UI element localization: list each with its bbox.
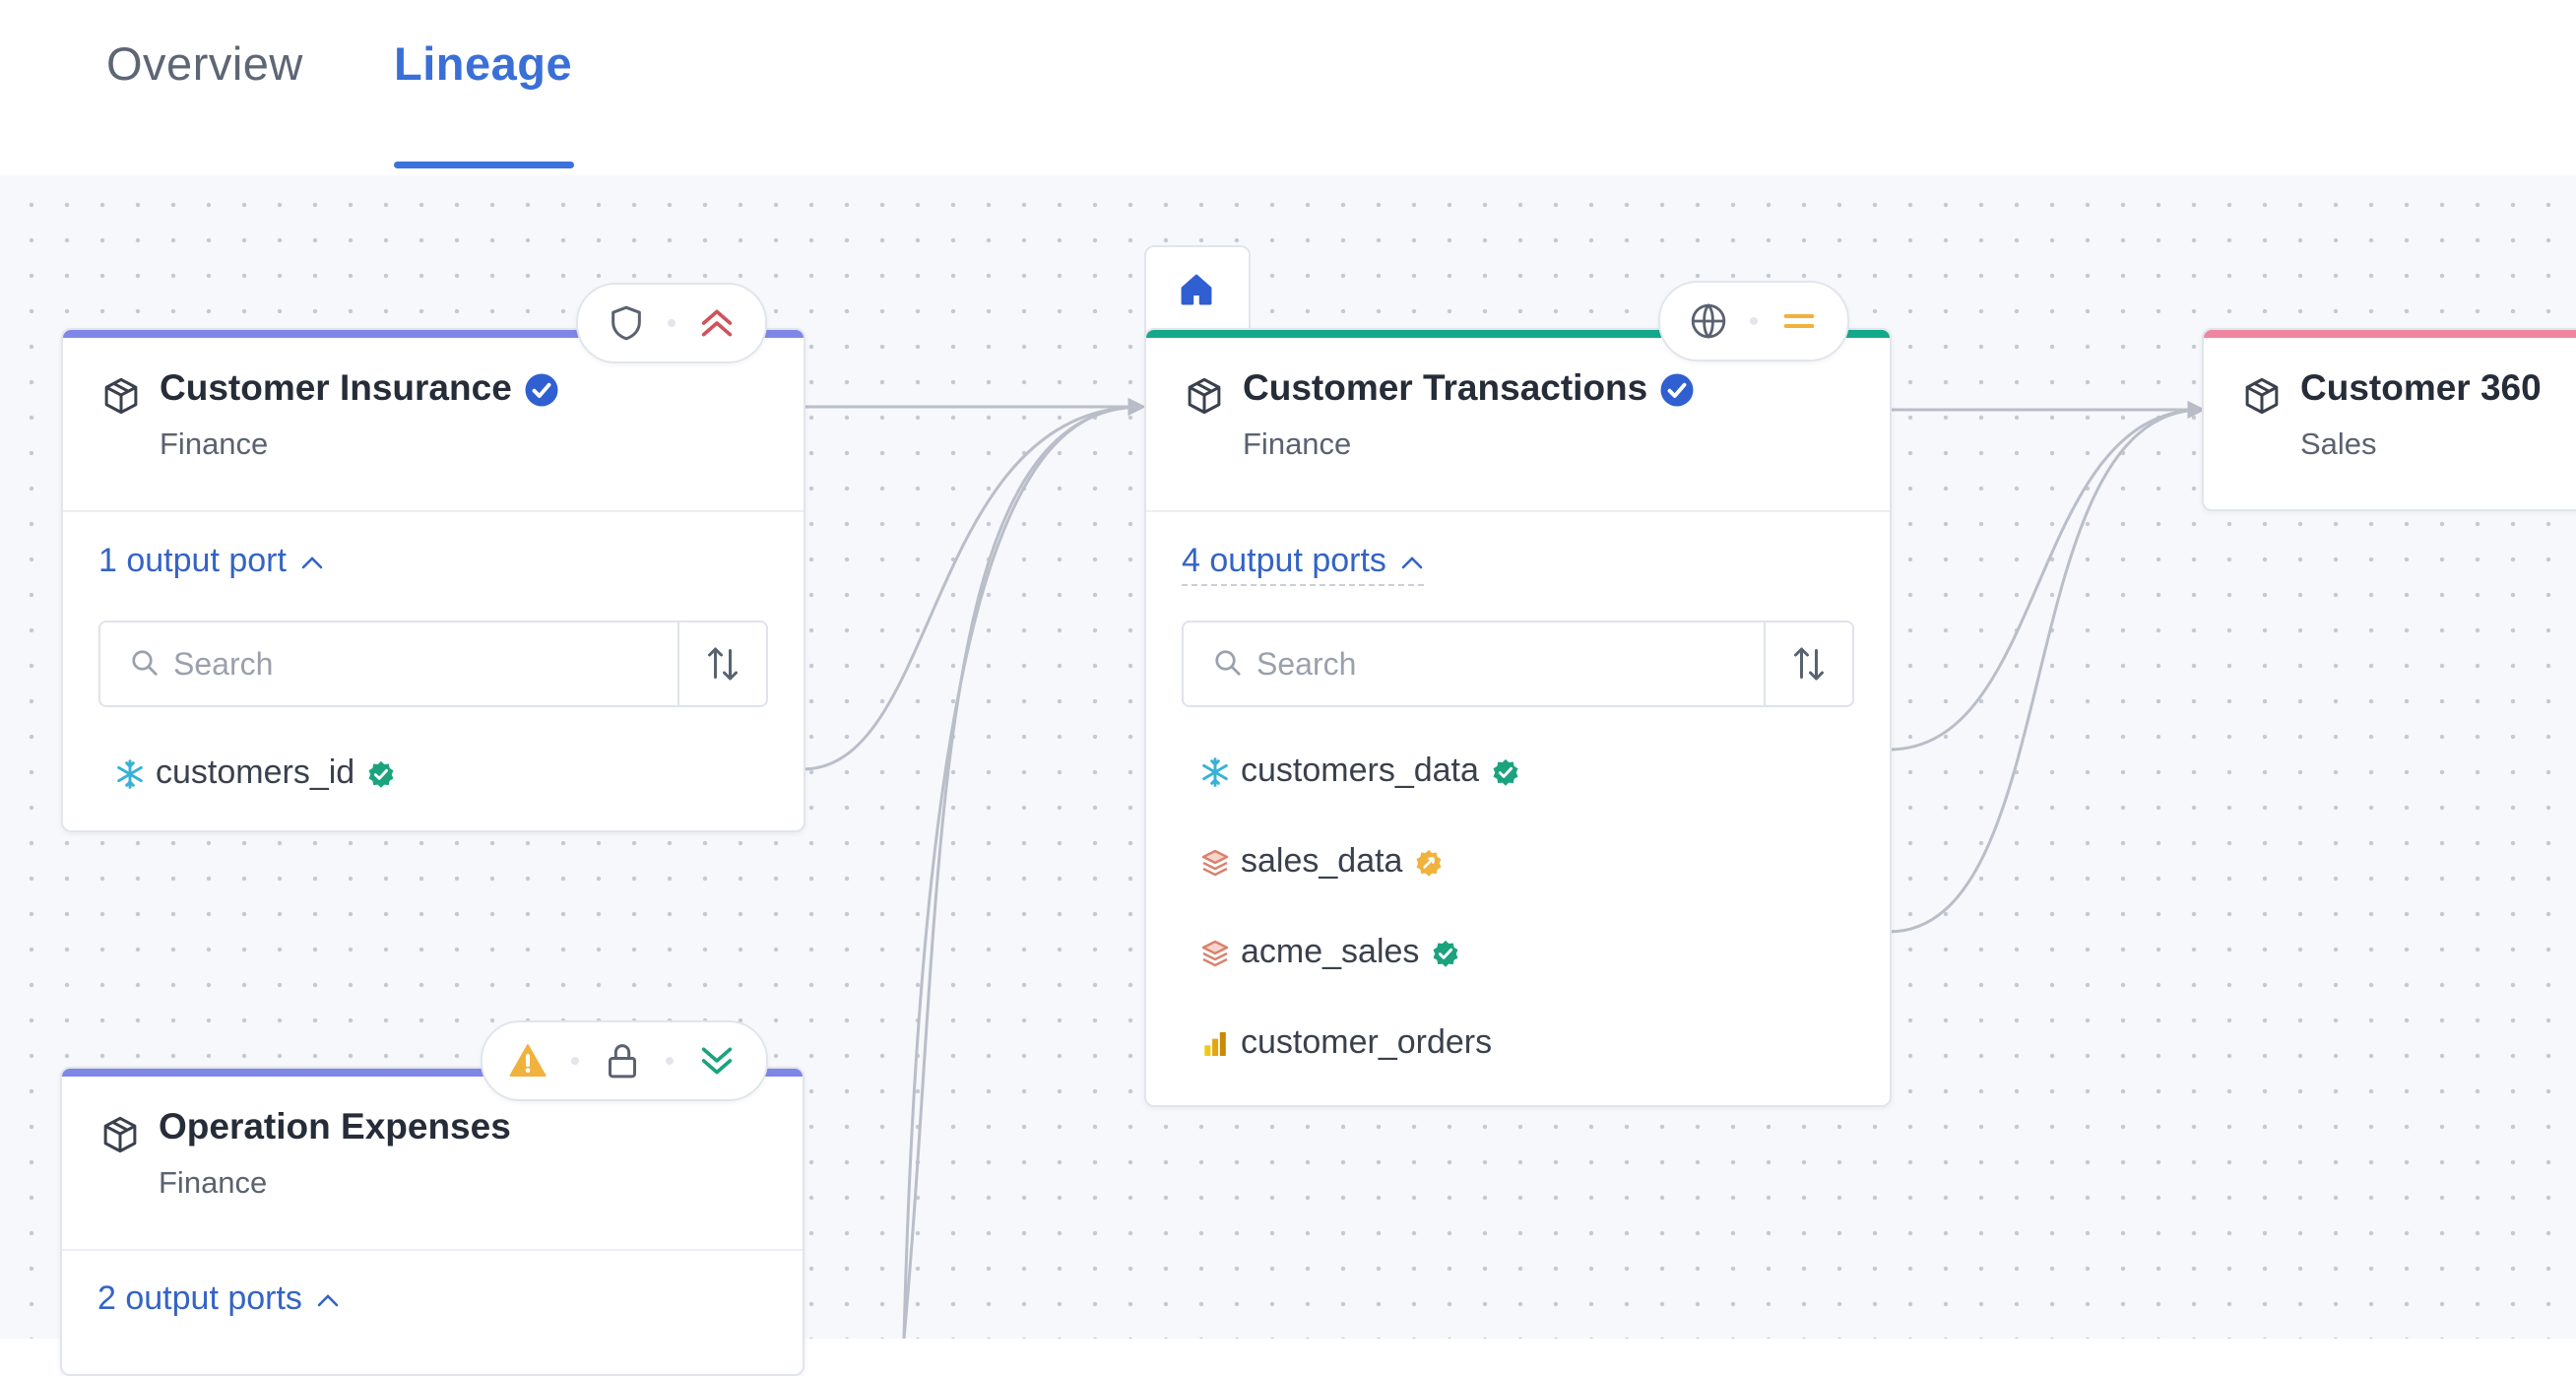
node-badges-expenses (481, 1020, 768, 1101)
data-product-cube-icon (104, 377, 138, 415)
lock-icon[interactable] (603, 1041, 642, 1081)
data-product-cube-icon (2245, 377, 2279, 415)
sort-button[interactable] (1764, 622, 1852, 705)
bar-chart-icon (1204, 1032, 1226, 1057)
ports-search-box (98, 621, 768, 707)
node-domain: Finance (160, 426, 269, 461)
tab-overview[interactable]: Overview (106, 34, 303, 94)
node-badges-transactions (1658, 281, 1849, 361)
node-domain: Finance (159, 1165, 268, 1200)
tab-lineage[interactable]: Lineage (394, 34, 572, 94)
port-item-customers-data[interactable]: customers_data (1199, 752, 1520, 790)
verified-amber-icon (1416, 849, 1442, 877)
warning-icon[interactable] (508, 1041, 547, 1081)
snowflake-icon (117, 759, 143, 789)
node-customer-transactions[interactable]: Customer Transactions Finance 4 output p… (1144, 328, 1892, 1107)
sort-button[interactable] (677, 622, 766, 705)
layers-icon (1201, 849, 1229, 877)
node-operation-expenses[interactable]: Operation Expenses Finance 2 output port… (60, 1067, 805, 1376)
node-customer-insurance[interactable]: Customer Insurance Finance 1 output port… (61, 328, 805, 832)
verified-green-icon (1433, 940, 1458, 967)
shield-icon[interactable] (607, 303, 646, 343)
chevron-up-icon (301, 557, 323, 569)
ports-search-input[interactable] (1255, 638, 1672, 689)
port-item-customers-id[interactable]: customers_id (114, 754, 396, 792)
node-title[interactable]: Customer Insurance (160, 367, 559, 409)
chevron-up-icon (1401, 557, 1423, 569)
output-ports-toggle[interactable]: 2 output ports (97, 1279, 340, 1318)
output-ports-toggle[interactable]: 1 output port (98, 542, 324, 580)
snowflake-icon (1202, 757, 1228, 787)
chevrons-down-icon[interactable] (697, 1041, 737, 1081)
verified-icon (525, 373, 558, 407)
output-ports-toggle[interactable]: 4 output ports (1182, 542, 1424, 586)
node-title[interactable]: Operation Expenses (159, 1106, 511, 1147)
node-title[interactable]: Customer 360 (2300, 367, 2542, 409)
verified-green-icon (368, 760, 394, 788)
verified-icon (1660, 373, 1694, 407)
layers-icon (1201, 940, 1229, 967)
search-icon (1215, 650, 1241, 676)
data-product-cube-icon (103, 1116, 137, 1153)
equals-icon[interactable] (1779, 301, 1819, 341)
node-badges-insurance (576, 283, 767, 363)
node-domain: Finance (1243, 426, 1352, 461)
home-tab[interactable] (1144, 245, 1251, 336)
chevron-up-icon (317, 1294, 339, 1307)
tab-bar: Overview Lineage (0, 0, 2576, 175)
sort-arrows-icon (1794, 647, 1824, 681)
node-customer-360[interactable]: Customer 360 Sales (2202, 328, 2576, 511)
chevrons-up-icon[interactable] (697, 303, 737, 343)
ports-search-input[interactable] (171, 638, 589, 689)
ports-search-box (1182, 621, 1854, 707)
node-header: Customer 360 Sales (2204, 330, 2576, 509)
sort-arrows-icon (708, 647, 738, 681)
port-item-acme-sales[interactable]: acme_sales (1199, 933, 1460, 971)
active-tab-indicator (394, 162, 574, 168)
data-product-cube-icon (1188, 377, 1221, 415)
port-item-sales-data[interactable]: sales_data (1199, 842, 1444, 881)
globe-icon[interactable] (1689, 301, 1728, 341)
home-icon (1181, 274, 1212, 305)
node-title[interactable]: Customer Transactions (1243, 367, 1695, 409)
search-icon (132, 650, 158, 676)
port-item-customer-orders[interactable]: customer_orders (1199, 1023, 1492, 1062)
node-domain: Sales (2300, 426, 2377, 461)
verified-green-icon (1493, 758, 1518, 786)
